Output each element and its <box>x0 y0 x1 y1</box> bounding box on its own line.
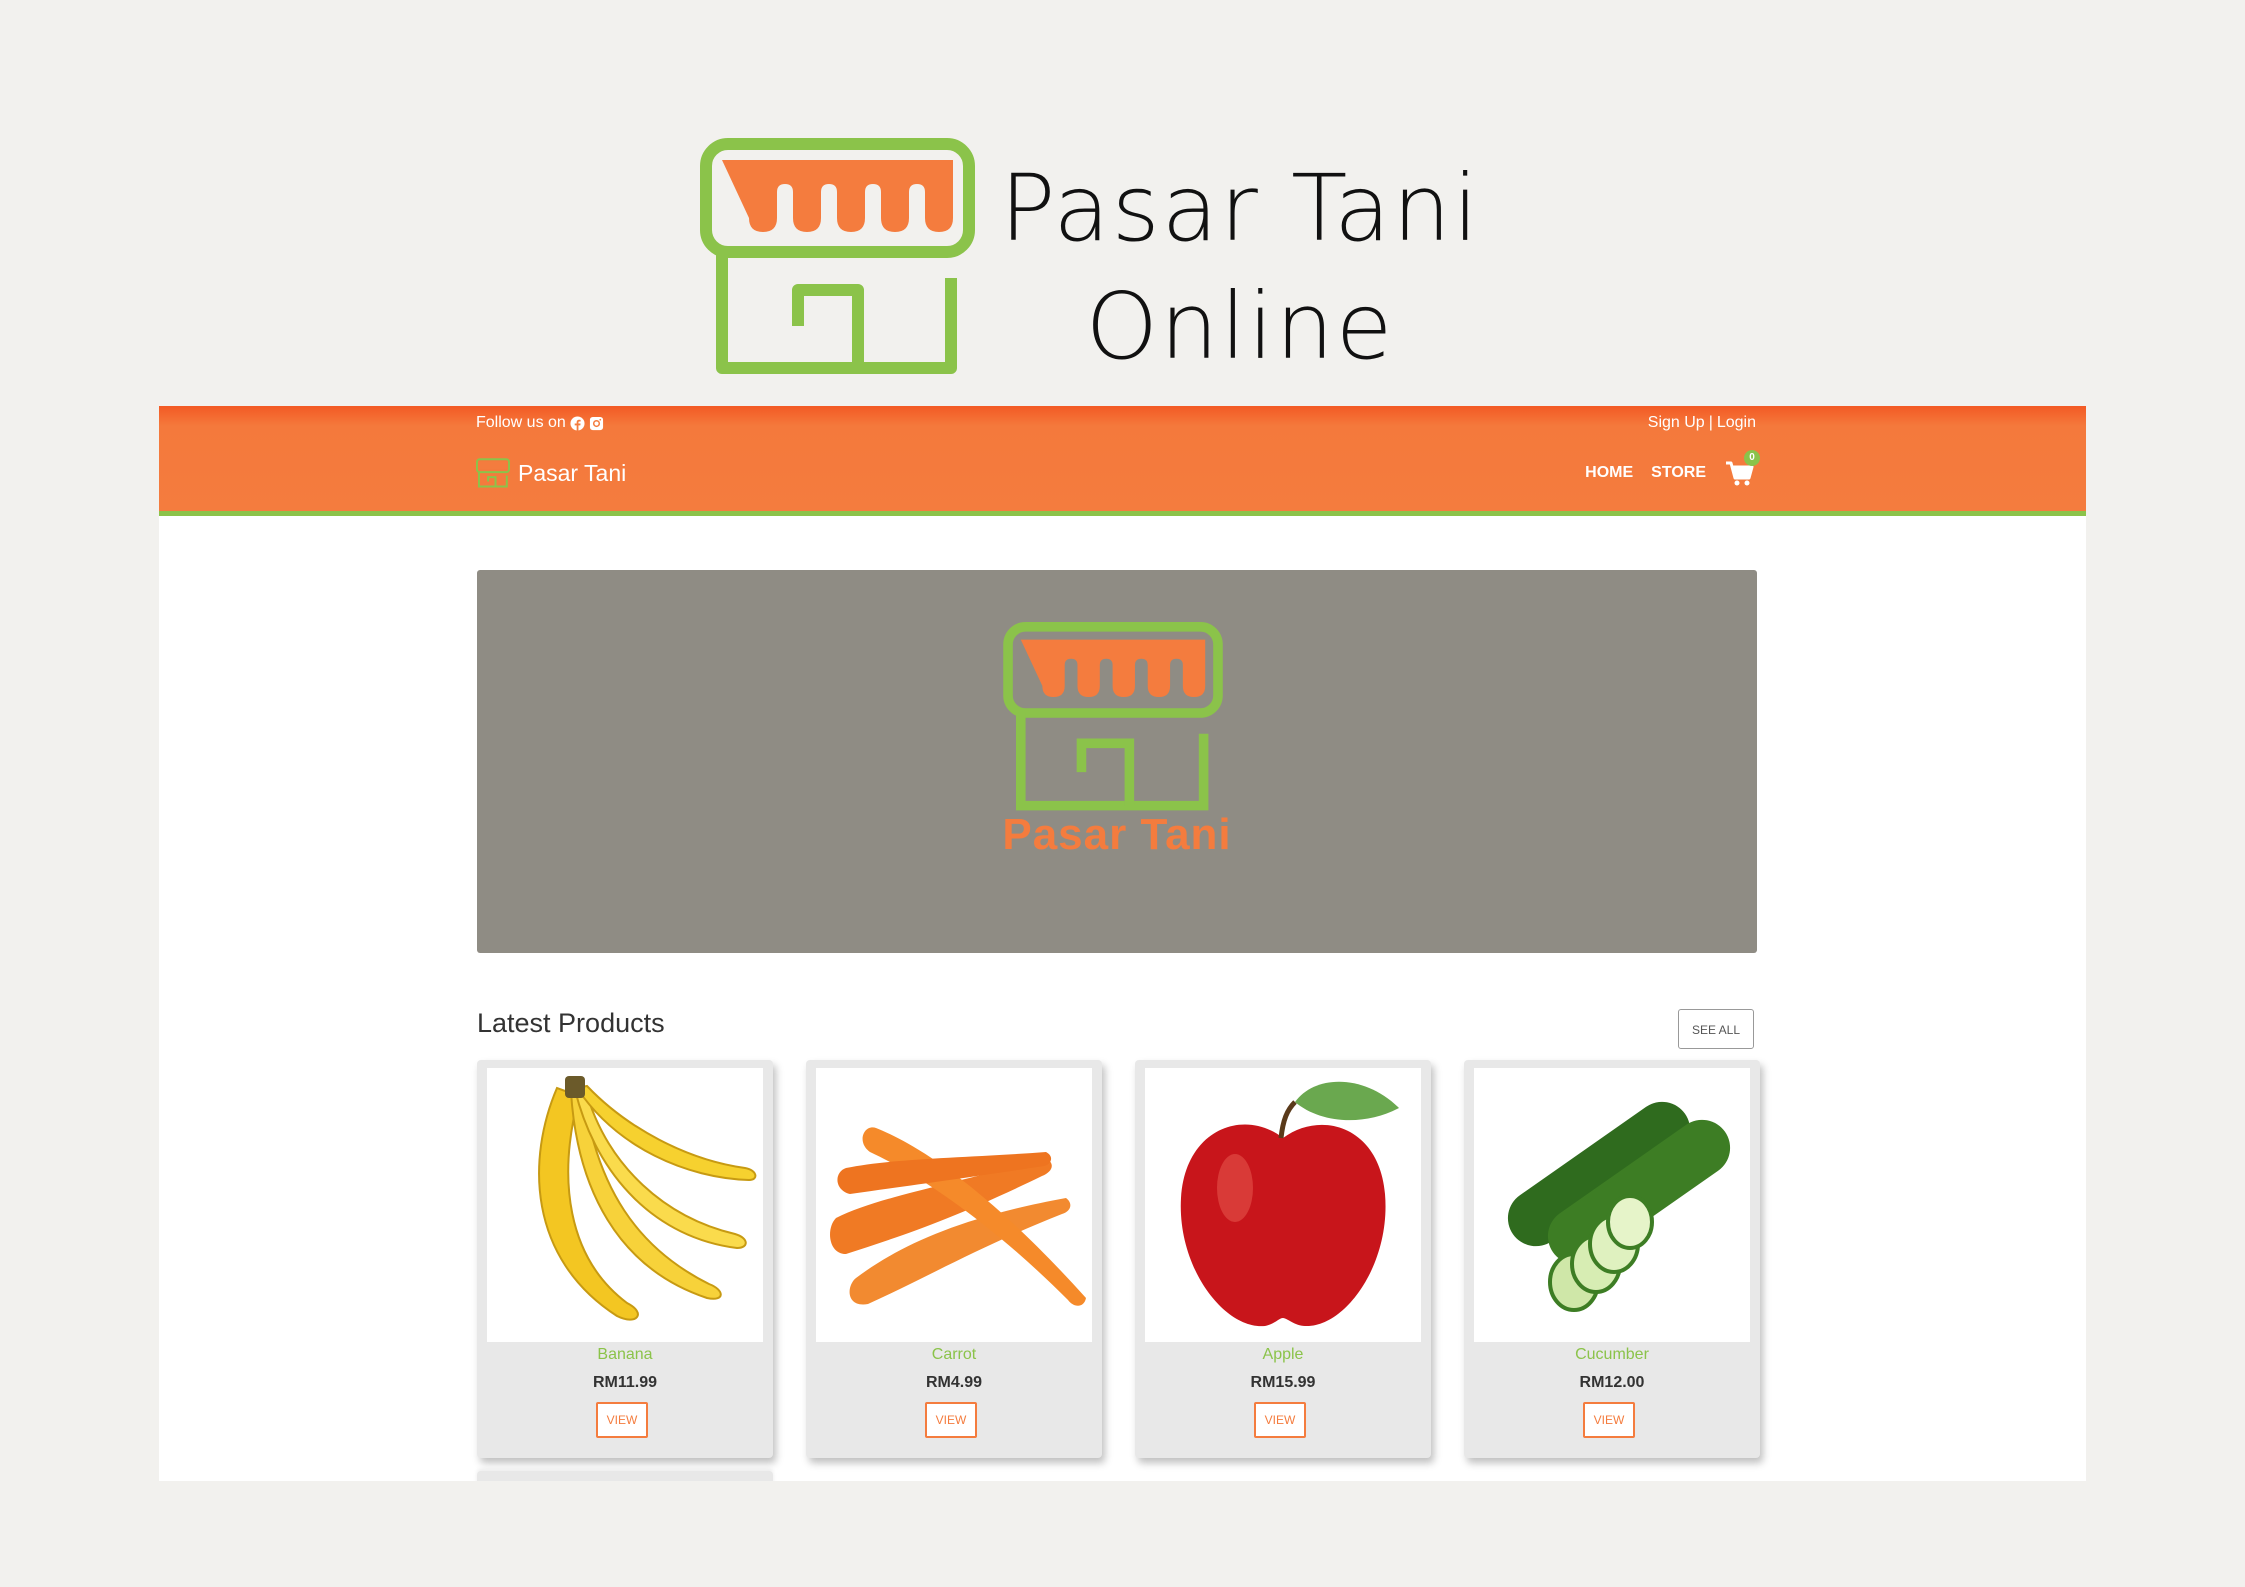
product-name[interactable]: Cucumber <box>1464 1346 1760 1364</box>
market-stall-icon <box>1003 622 1223 811</box>
nav-home[interactable]: HOME <box>1585 464 1633 482</box>
view-button[interactable]: VIEW <box>925 1402 977 1438</box>
hero-banner: Pasar Tani <box>477 570 1757 953</box>
signup-link[interactable]: Sign Up <box>1648 408 1705 438</box>
website-preview: Follow us on Sign Up | Login Pasar Tani … <box>159 406 2086 1481</box>
see-all-button[interactable]: SEE ALL <box>1678 1009 1754 1049</box>
product-image-cucumber[interactable] <box>1474 1068 1750 1342</box>
product-price: RM12.00 <box>1579 1374 1645 1391</box>
product-name[interactable]: Banana <box>477 1346 773 1364</box>
product-image-banana[interactable] <box>487 1068 763 1342</box>
site-header: Follow us on Sign Up | Login Pasar Tani … <box>159 406 2086 516</box>
cart-button[interactable]: 0 <box>1724 450 1760 488</box>
section-title: Latest Products <box>477 1008 665 1038</box>
product-image-apple[interactable] <box>1145 1068 1421 1342</box>
navbar-brand[interactable]: Pasar Tani <box>476 458 626 488</box>
nav-store[interactable]: STORE <box>1651 464 1706 482</box>
apple-image <box>1180 1081 1399 1327</box>
cart-count-badge: 0 <box>1744 450 1760 466</box>
banana-image <box>538 1076 757 1321</box>
product-name[interactable]: Carrot <box>806 1346 1102 1364</box>
hero-title: Pasar Tani Online <box>1000 150 1480 386</box>
auth-separator: | <box>1708 414 1713 431</box>
carrot-image <box>830 1127 1086 1306</box>
auth-links: Sign Up | Login <box>1648 408 1756 438</box>
product-card: Apple RM15.99 VIEW <box>1135 1060 1431 1458</box>
follow-us: Follow us on <box>476 408 604 438</box>
main-nav: HOME STORE 0 <box>1585 450 1760 488</box>
product-price: RM15.99 <box>1250 1374 1316 1391</box>
view-button[interactable]: VIEW <box>596 1402 648 1438</box>
product-card: Banana RM11.99 VIEW <box>477 1060 773 1458</box>
cucumber-image <box>1507 1101 1731 1312</box>
market-stall-icon <box>476 458 510 488</box>
next-row-card-edge <box>477 1471 773 1481</box>
instagram-icon[interactable] <box>589 416 604 431</box>
follow-text: Follow us on <box>476 414 566 431</box>
product-card: Carrot RM4.99 VIEW <box>806 1060 1102 1458</box>
product-image-carrot[interactable] <box>816 1068 1092 1342</box>
login-link[interactable]: Login <box>1717 408 1756 438</box>
view-button[interactable]: VIEW <box>1254 1402 1306 1438</box>
hero-title-line2: Online <box>1085 273 1395 380</box>
product-card: Cucumber RM12.00 VIEW <box>1464 1060 1760 1458</box>
hero-title-line1: Pasar Tani <box>1000 155 1481 262</box>
banner-brand-text: Pasar Tani <box>1002 810 1232 859</box>
facebook-icon[interactable] <box>570 415 585 431</box>
product-price: RM11.99 <box>592 1374 658 1391</box>
navbar-brand-name: Pasar Tani <box>518 459 627 486</box>
market-stall-logo <box>700 138 975 374</box>
product-name[interactable]: Apple <box>1135 1346 1431 1364</box>
product-price: RM4.99 <box>925 1374 983 1391</box>
view-button[interactable]: VIEW <box>1583 1402 1635 1438</box>
